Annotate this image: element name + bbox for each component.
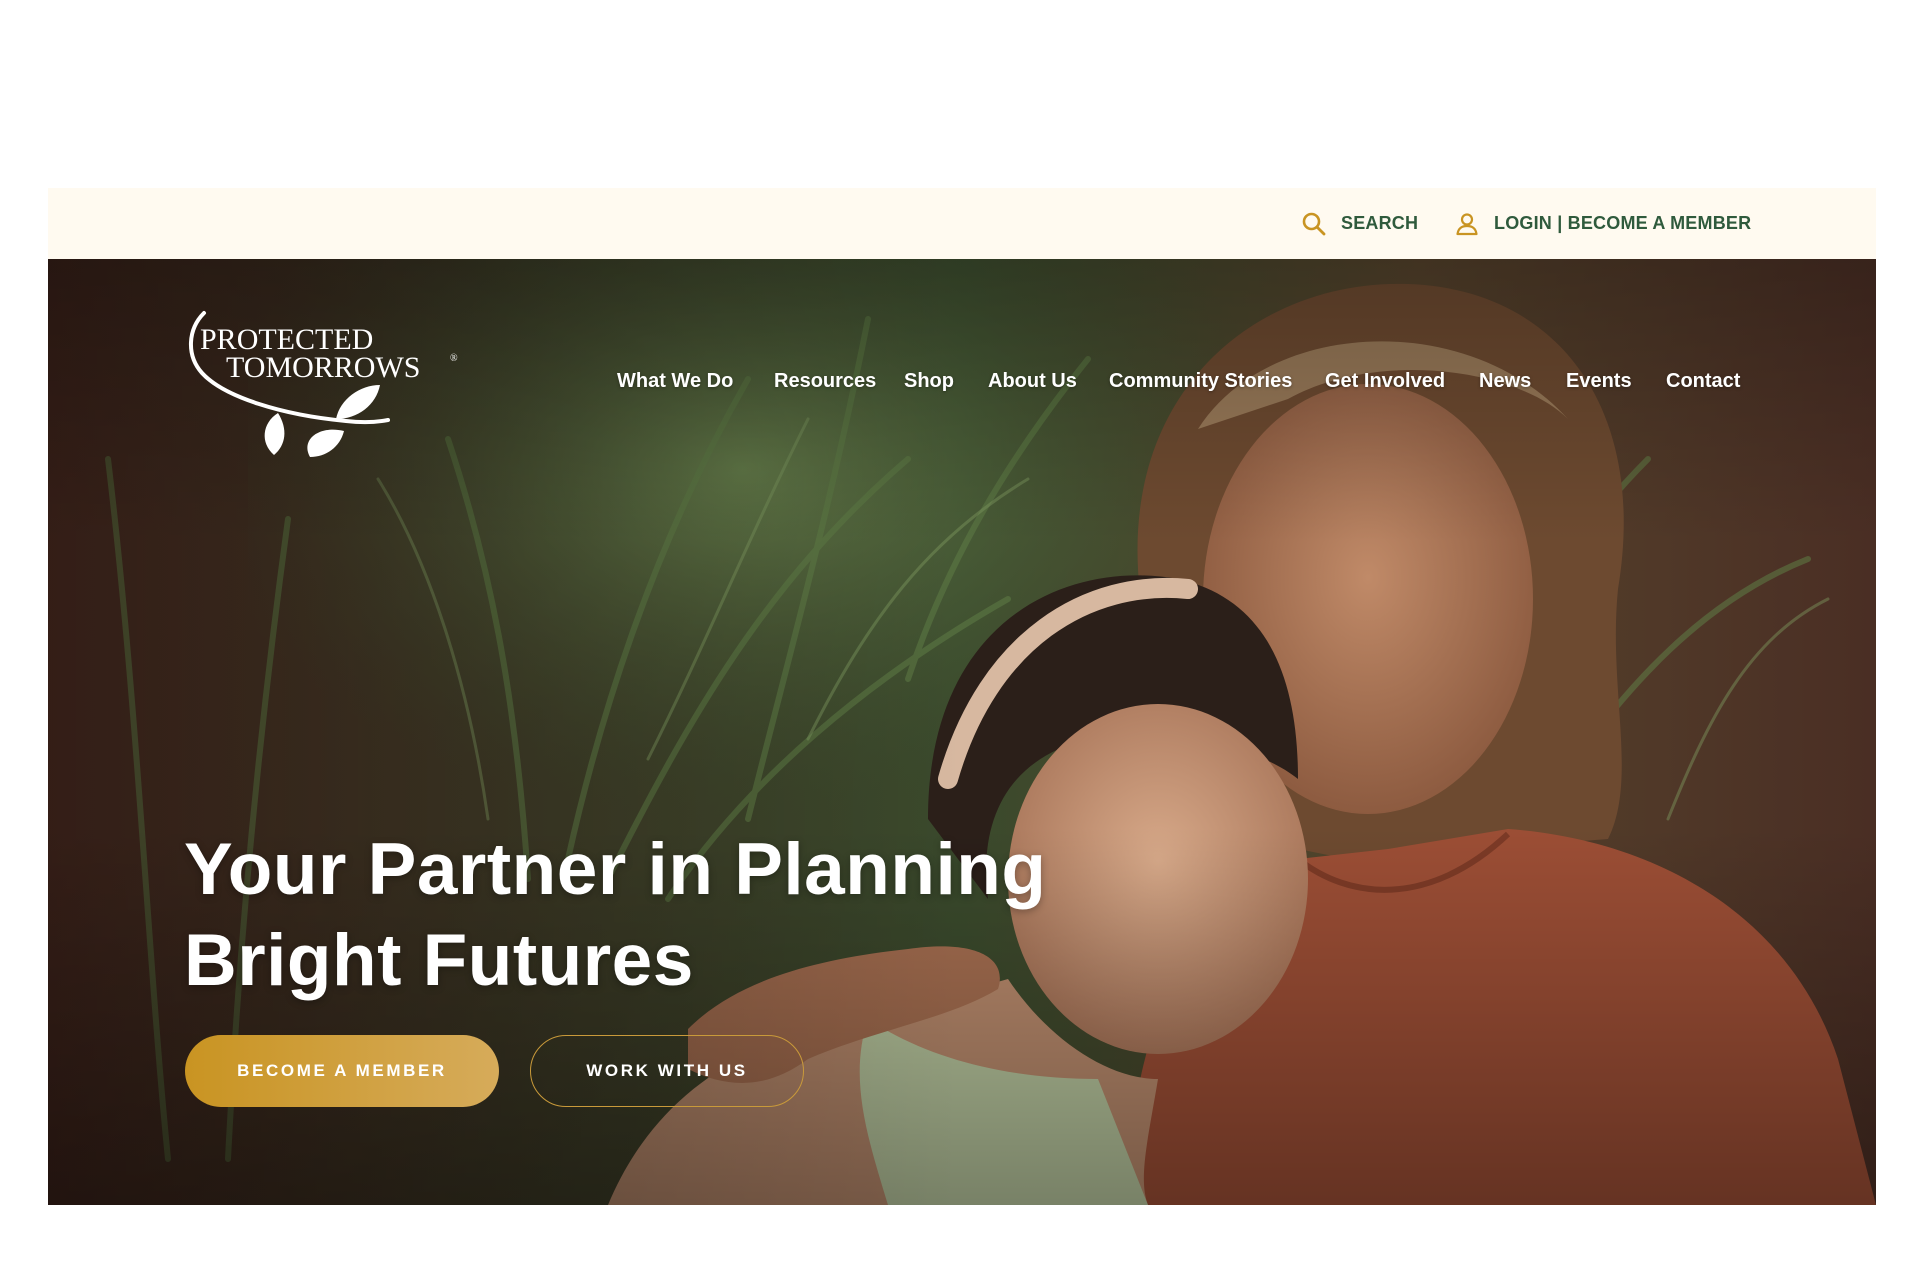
- site-frame: SEARCH LOGIN | BECOME A MEMBER PROTECTED…: [48, 188, 1876, 1205]
- utility-bar: SEARCH LOGIN | BECOME A MEMBER: [48, 188, 1876, 259]
- nav-shop[interactable]: Shop: [904, 370, 954, 393]
- nav-about-us[interactable]: About Us: [988, 370, 1077, 393]
- main-nav: What We Do Resources Shop About Us Commu…: [48, 259, 1876, 509]
- search-label: SEARCH: [1341, 213, 1419, 233]
- work-with-us-button[interactable]: WORK WITH US: [530, 1035, 804, 1107]
- search-link[interactable]: SEARCH: [1301, 188, 1418, 259]
- nav-resources[interactable]: Resources: [774, 370, 876, 393]
- hero-headline-line-2: Bright Futures: [184, 920, 694, 1001]
- nav-events[interactable]: Events: [1566, 370, 1632, 393]
- hero-section: PROTECTED TOMORROWS ® What We Do Resourc…: [48, 259, 1876, 1205]
- login-label: LOGIN | BECOME A MEMBER: [1494, 213, 1752, 233]
- hero-headline-line-1: Your Partner in Planning: [184, 829, 1047, 910]
- nav-news[interactable]: News: [1479, 370, 1531, 393]
- become-a-member-button[interactable]: BECOME A MEMBER: [185, 1035, 499, 1107]
- login-link[interactable]: LOGIN | BECOME A MEMBER: [1454, 188, 1751, 259]
- nav-get-involved[interactable]: Get Involved: [1325, 370, 1445, 393]
- hero-headline: Your Partner in Planning Bright Futures: [184, 824, 1184, 1006]
- user-icon: [1456, 212, 1478, 235]
- nav-contact[interactable]: Contact: [1666, 370, 1740, 393]
- nav-community-stories[interactable]: Community Stories: [1109, 370, 1292, 393]
- search-icon: [1302, 212, 1326, 235]
- nav-what-we-do[interactable]: What We Do: [617, 370, 733, 393]
